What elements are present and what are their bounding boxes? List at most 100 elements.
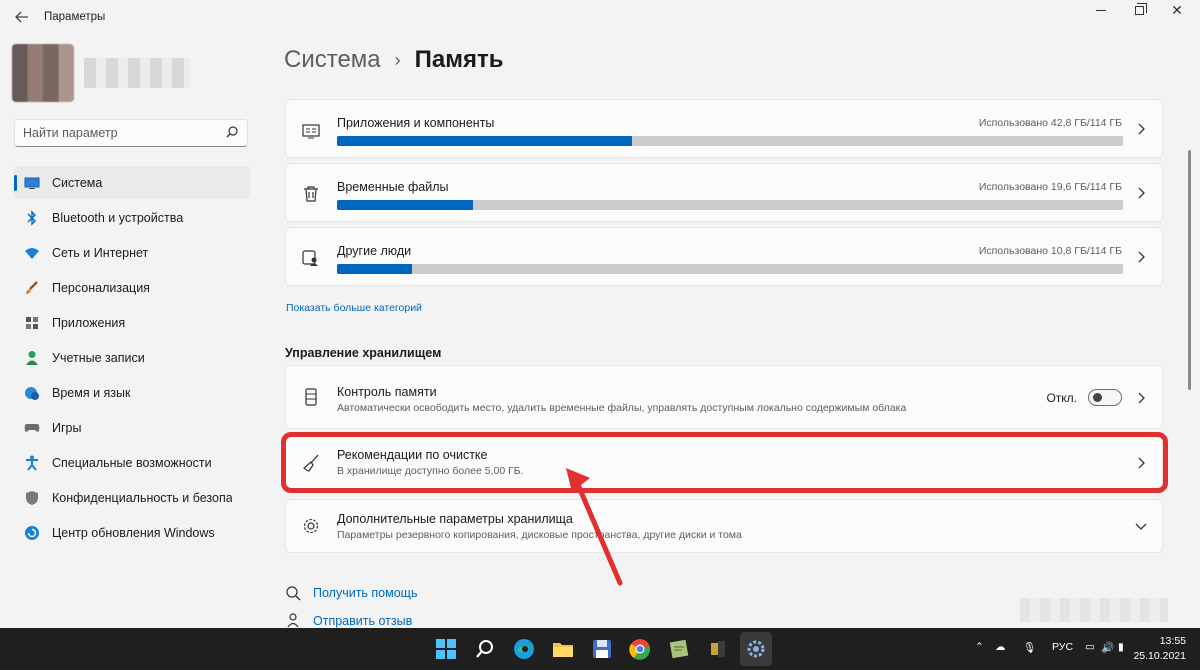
sidebar-item-network[interactable]: Сеть и Интернет bbox=[14, 236, 250, 269]
windows-logo-icon bbox=[436, 639, 456, 659]
sidebar-nav: Система Bluetooth и устройства Сеть и Ин… bbox=[14, 166, 250, 551]
wifi-icon bbox=[24, 245, 40, 261]
search-taskbar-button[interactable] bbox=[473, 637, 497, 661]
network-icon[interactable]: ▭ bbox=[1085, 641, 1095, 653]
save-app-button[interactable] bbox=[590, 637, 614, 661]
apps-list-icon bbox=[302, 124, 320, 139]
sidebar-item-accessibility[interactable]: Специальные возможности bbox=[14, 446, 250, 479]
sidebar-item-label: Учетные записи bbox=[52, 350, 145, 365]
sidebar-item-label: Bluetooth и устройства bbox=[52, 210, 184, 225]
category-title: Другие люди bbox=[337, 244, 412, 258]
explorer-button[interactable] bbox=[551, 637, 575, 661]
sidebar-item-label: Конфиденциальность и безопасность bbox=[52, 490, 232, 505]
advanced-title: Дополнительные параметры хранилища bbox=[337, 512, 573, 526]
sidebar-item-label: Специальные возможности bbox=[52, 455, 212, 470]
search-icon bbox=[476, 640, 493, 658]
monitor-icon bbox=[24, 175, 40, 191]
storage-sense-toggle-label: Откл. bbox=[1046, 391, 1077, 405]
close-icon: ✕ bbox=[1171, 1, 1183, 18]
sidebar-item-label: Персонализация bbox=[52, 280, 150, 295]
floppy-icon bbox=[593, 640, 611, 658]
sidebar-item-label: Приложения bbox=[52, 315, 126, 330]
volume-icon[interactable]: 🔊 bbox=[1101, 641, 1114, 654]
sidebar-item-gaming[interactable]: Игры bbox=[14, 411, 250, 444]
sidebar-item-system[interactable]: Система bbox=[14, 166, 250, 199]
toggle-knob bbox=[1093, 393, 1102, 402]
get-help-link[interactable]: Получить помощь bbox=[313, 586, 417, 600]
storage-category-apps[interactable]: Приложения и компоненты Использовано 42,… bbox=[285, 99, 1163, 158]
accessibility-icon bbox=[24, 455, 40, 471]
search-icon[interactable] bbox=[225, 125, 239, 139]
sidebar-item-time-language[interactable]: Время и язык bbox=[14, 376, 250, 409]
battery-icon[interactable]: ▮ bbox=[1118, 641, 1124, 653]
edge-button[interactable] bbox=[512, 637, 536, 661]
apps-icon bbox=[24, 315, 40, 331]
sidebar-item-privacy[interactable]: Конфиденциальность и безопасность bbox=[14, 481, 250, 514]
start-button[interactable] bbox=[434, 637, 458, 661]
chevron-right-icon bbox=[1138, 123, 1145, 135]
back-button[interactable] bbox=[10, 6, 34, 28]
terminal-app-button[interactable] bbox=[706, 637, 730, 661]
page-title: Память bbox=[414, 46, 504, 73]
storage-sense-title: Контроль памяти bbox=[337, 385, 437, 399]
advanced-storage-settings-card[interactable]: Дополнительные параметры хранилища Парам… bbox=[285, 499, 1163, 553]
language-indicator[interactable]: РУС bbox=[1052, 641, 1073, 653]
chrome-button[interactable] bbox=[628, 637, 652, 661]
avatar[interactable] bbox=[12, 44, 74, 102]
sidebar-item-bluetooth[interactable]: Bluetooth и устройства bbox=[14, 201, 250, 234]
category-title: Временные файлы bbox=[337, 180, 449, 194]
gear-icon bbox=[303, 518, 319, 534]
sidebar-item-label: Система bbox=[52, 175, 103, 190]
usage-bar-fill bbox=[337, 200, 473, 210]
feedback-link[interactable]: Отправить отзыв bbox=[313, 614, 412, 628]
taskbar: ⌃ ☁ 🎙 РУС ▭ 🔊 ▮ 13:55 25.10.2021 bbox=[0, 628, 1200, 670]
settings-taskbar-button[interactable] bbox=[740, 632, 772, 666]
show-more-categories-link[interactable]: Показать больше категорий bbox=[286, 302, 422, 314]
clock[interactable]: 13:55 25.10.2021 bbox=[1133, 634, 1186, 664]
storage-category-other-people[interactable]: Другие люди Использовано 10,8 ГБ/114 ГБ bbox=[285, 227, 1163, 286]
category-usage: Использовано 42,8 ГБ/114 ГБ bbox=[978, 117, 1122, 129]
gamepad-icon bbox=[24, 420, 40, 436]
storage-sense-card[interactable]: Контроль памяти Автоматически освободить… bbox=[285, 365, 1163, 429]
usage-bar-fill bbox=[337, 136, 632, 146]
sidebar-item-accounts[interactable]: Учетные записи bbox=[14, 341, 250, 374]
onedrive-icon[interactable]: ☁ bbox=[995, 641, 1006, 653]
sidebar-item-label: Сеть и Интернет bbox=[52, 245, 149, 260]
arrow-left-icon bbox=[15, 11, 28, 23]
watermark-blurred bbox=[1020, 598, 1168, 622]
clock-date: 25.10.2021 bbox=[1133, 650, 1186, 662]
sidebar-item-label: Центр обновления Windows bbox=[52, 525, 215, 540]
notes-app-button[interactable] bbox=[667, 637, 691, 661]
category-usage: Использовано 10,8 ГБ/114 ГБ bbox=[978, 245, 1122, 257]
advanced-subtitle: Параметры резервного копирования, дисков… bbox=[337, 529, 742, 541]
title-bar: Параметры ✕ bbox=[0, 0, 1200, 34]
chevron-up-icon[interactable]: ⌃ bbox=[975, 641, 984, 653]
chevron-right-icon bbox=[1138, 251, 1145, 263]
usage-bar-fill bbox=[337, 264, 412, 274]
bluetooth-icon bbox=[24, 209, 40, 226]
microphone-icon[interactable]: 🎙 bbox=[1023, 641, 1036, 654]
storage-sense-toggle[interactable] bbox=[1088, 389, 1122, 406]
clock-time: 13:55 bbox=[1159, 635, 1186, 647]
breadcrumb: Система › Память bbox=[284, 46, 504, 74]
close-button[interactable]: ✕ bbox=[1154, 0, 1200, 20]
sidebar-item-personalization[interactable]: Персонализация bbox=[14, 271, 250, 304]
storage-category-temp[interactable]: Временные файлы Использовано 19,6 ГБ/114… bbox=[285, 163, 1163, 222]
chevron-right-icon bbox=[1138, 392, 1145, 404]
person-icon bbox=[24, 350, 40, 366]
breadcrumb-separator: › bbox=[394, 49, 401, 70]
sidebar-item-windows-update[interactable]: Центр обновления Windows bbox=[14, 516, 250, 549]
chevron-right-icon bbox=[1138, 187, 1145, 199]
search-input[interactable] bbox=[23, 126, 213, 140]
chrome-icon bbox=[629, 639, 650, 660]
sidebar-item-label: Игры bbox=[52, 420, 82, 435]
search-box[interactable] bbox=[14, 119, 248, 147]
usage-bar bbox=[337, 200, 1123, 210]
brush-icon bbox=[24, 280, 40, 296]
minimize-icon bbox=[1096, 9, 1106, 11]
sidebar-item-apps[interactable]: Приложения bbox=[14, 306, 250, 339]
breadcrumb-parent[interactable]: Система bbox=[284, 46, 381, 74]
scrollbar[interactable] bbox=[1188, 150, 1191, 390]
notes-icon bbox=[669, 639, 689, 659]
sidebar-item-label: Время и язык bbox=[52, 385, 131, 400]
